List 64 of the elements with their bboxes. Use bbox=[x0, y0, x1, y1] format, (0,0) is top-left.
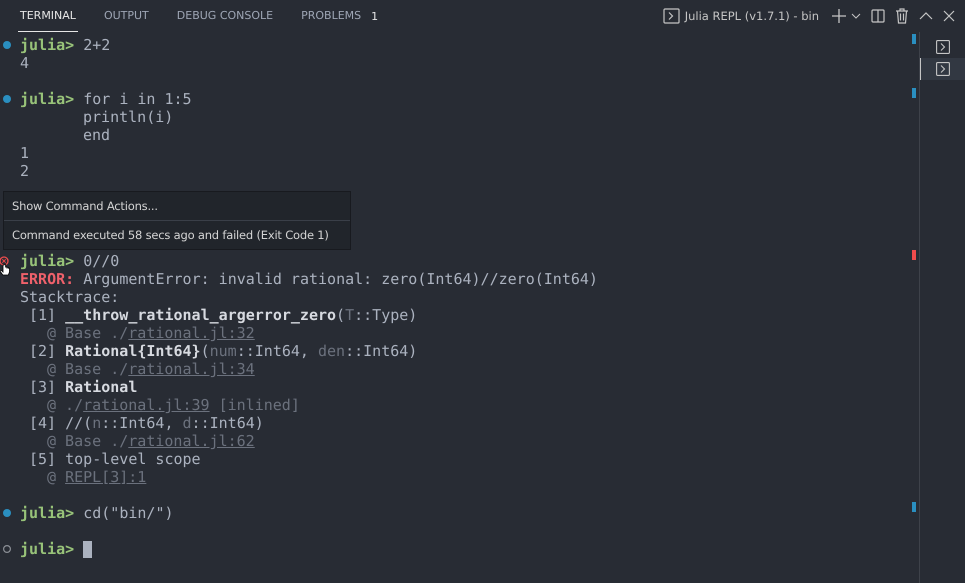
plus-icon[interactable] bbox=[831, 8, 847, 24]
error-label: ERROR: bbox=[20, 270, 74, 288]
frame-signature: Rational bbox=[65, 378, 138, 396]
frame-signature: //(n::Int64, d::Int64) bbox=[65, 414, 264, 432]
frame-index: [3] bbox=[29, 378, 56, 396]
panel-tab[interactable]: TERMINAL bbox=[18, 0, 78, 32]
frame-index: [5] bbox=[29, 450, 56, 468]
scroll-marker bbox=[912, 250, 916, 260]
command-text: end bbox=[83, 126, 110, 144]
trash-icon[interactable] bbox=[895, 8, 909, 24]
file-link[interactable]: rational.jl:34 bbox=[128, 360, 255, 378]
command-text: println(i) bbox=[83, 108, 174, 126]
prompt-text: julia> bbox=[20, 90, 74, 108]
frame-index: [2] bbox=[29, 342, 56, 360]
panel-tab[interactable]: OUTPUT bbox=[102, 0, 151, 32]
scroll-marker bbox=[912, 502, 916, 512]
command-text: 0//0 bbox=[83, 252, 120, 270]
frame-index: [4] bbox=[29, 414, 56, 432]
file-link[interactable]: rational.jl:39 bbox=[83, 396, 210, 414]
file-link[interactable]: rational.jl:62 bbox=[128, 432, 255, 450]
close-icon[interactable] bbox=[943, 10, 955, 22]
terminal-instance[interactable] bbox=[920, 58, 965, 80]
location-text: [inlined] bbox=[218, 396, 300, 414]
output-text: 4 bbox=[20, 54, 30, 72]
location-text: @ Base ./ bbox=[47, 360, 128, 378]
prompt-text: julia> bbox=[20, 36, 74, 54]
frame-index: [1] bbox=[29, 306, 56, 324]
location-text: @ bbox=[47, 468, 58, 486]
chevron-up-icon[interactable] bbox=[919, 11, 933, 21]
scroll-marker bbox=[912, 88, 916, 98]
success-dot-icon[interactable] bbox=[3, 509, 11, 517]
popup-action[interactable]: Show Command Actions... bbox=[4, 192, 350, 220]
output-text: 1 bbox=[20, 144, 30, 162]
terminal-icon bbox=[936, 62, 950, 76]
terminal-icon bbox=[936, 40, 950, 54]
prompt-text: julia> bbox=[20, 252, 74, 270]
location-text: @ Base ./ bbox=[47, 432, 128, 450]
command-text: cd("bin/") bbox=[83, 504, 174, 522]
prompt-text: julia> bbox=[20, 504, 74, 522]
location-text: @ Base ./ bbox=[47, 324, 128, 342]
empty-dot-icon[interactable] bbox=[3, 545, 11, 553]
panel-tab[interactable]: PROBLEMS bbox=[299, 0, 364, 32]
output-text: Stacktrace: bbox=[20, 288, 120, 306]
frame-signature: top-level scope bbox=[65, 450, 201, 468]
error-message: ArgumentError: invalid rational: zero(Int64)//zero(Int64) bbox=[83, 270, 598, 288]
output-text: 2 bbox=[20, 162, 30, 180]
command-text: for i in 1:5 bbox=[83, 90, 192, 108]
success-dot-icon[interactable] bbox=[3, 41, 11, 49]
success-dot-icon[interactable] bbox=[3, 95, 11, 103]
popup-status: Command executed 58 secs ago and failed (Exit Code 1) bbox=[4, 220, 350, 249]
chevron-down-icon[interactable] bbox=[851, 11, 861, 21]
file-link[interactable]: rational.jl:32 bbox=[128, 324, 255, 342]
location-text: @ ./ bbox=[47, 396, 84, 414]
scroll-marker bbox=[912, 34, 916, 44]
frame-signature: __throw_rational_argerror_zero(T::Type) bbox=[65, 306, 418, 324]
frame-signature: Rational{Int64}(num::Int64, den::Int64) bbox=[65, 342, 418, 360]
panel-tab[interactable]: DEBUG CONSOLE bbox=[174, 0, 276, 32]
problems-count: 1 bbox=[371, 10, 378, 22]
prompt-text: julia> bbox=[20, 540, 74, 558]
terminal-icon bbox=[662, 8, 681, 24]
terminal-selector[interactable]: Julia REPL (v1.7.1) - bin bbox=[662, 8, 819, 24]
split-icon[interactable] bbox=[871, 9, 885, 23]
file-link[interactable]: REPL[3]:1 bbox=[65, 468, 146, 486]
command-text: 2+2 bbox=[83, 36, 110, 54]
